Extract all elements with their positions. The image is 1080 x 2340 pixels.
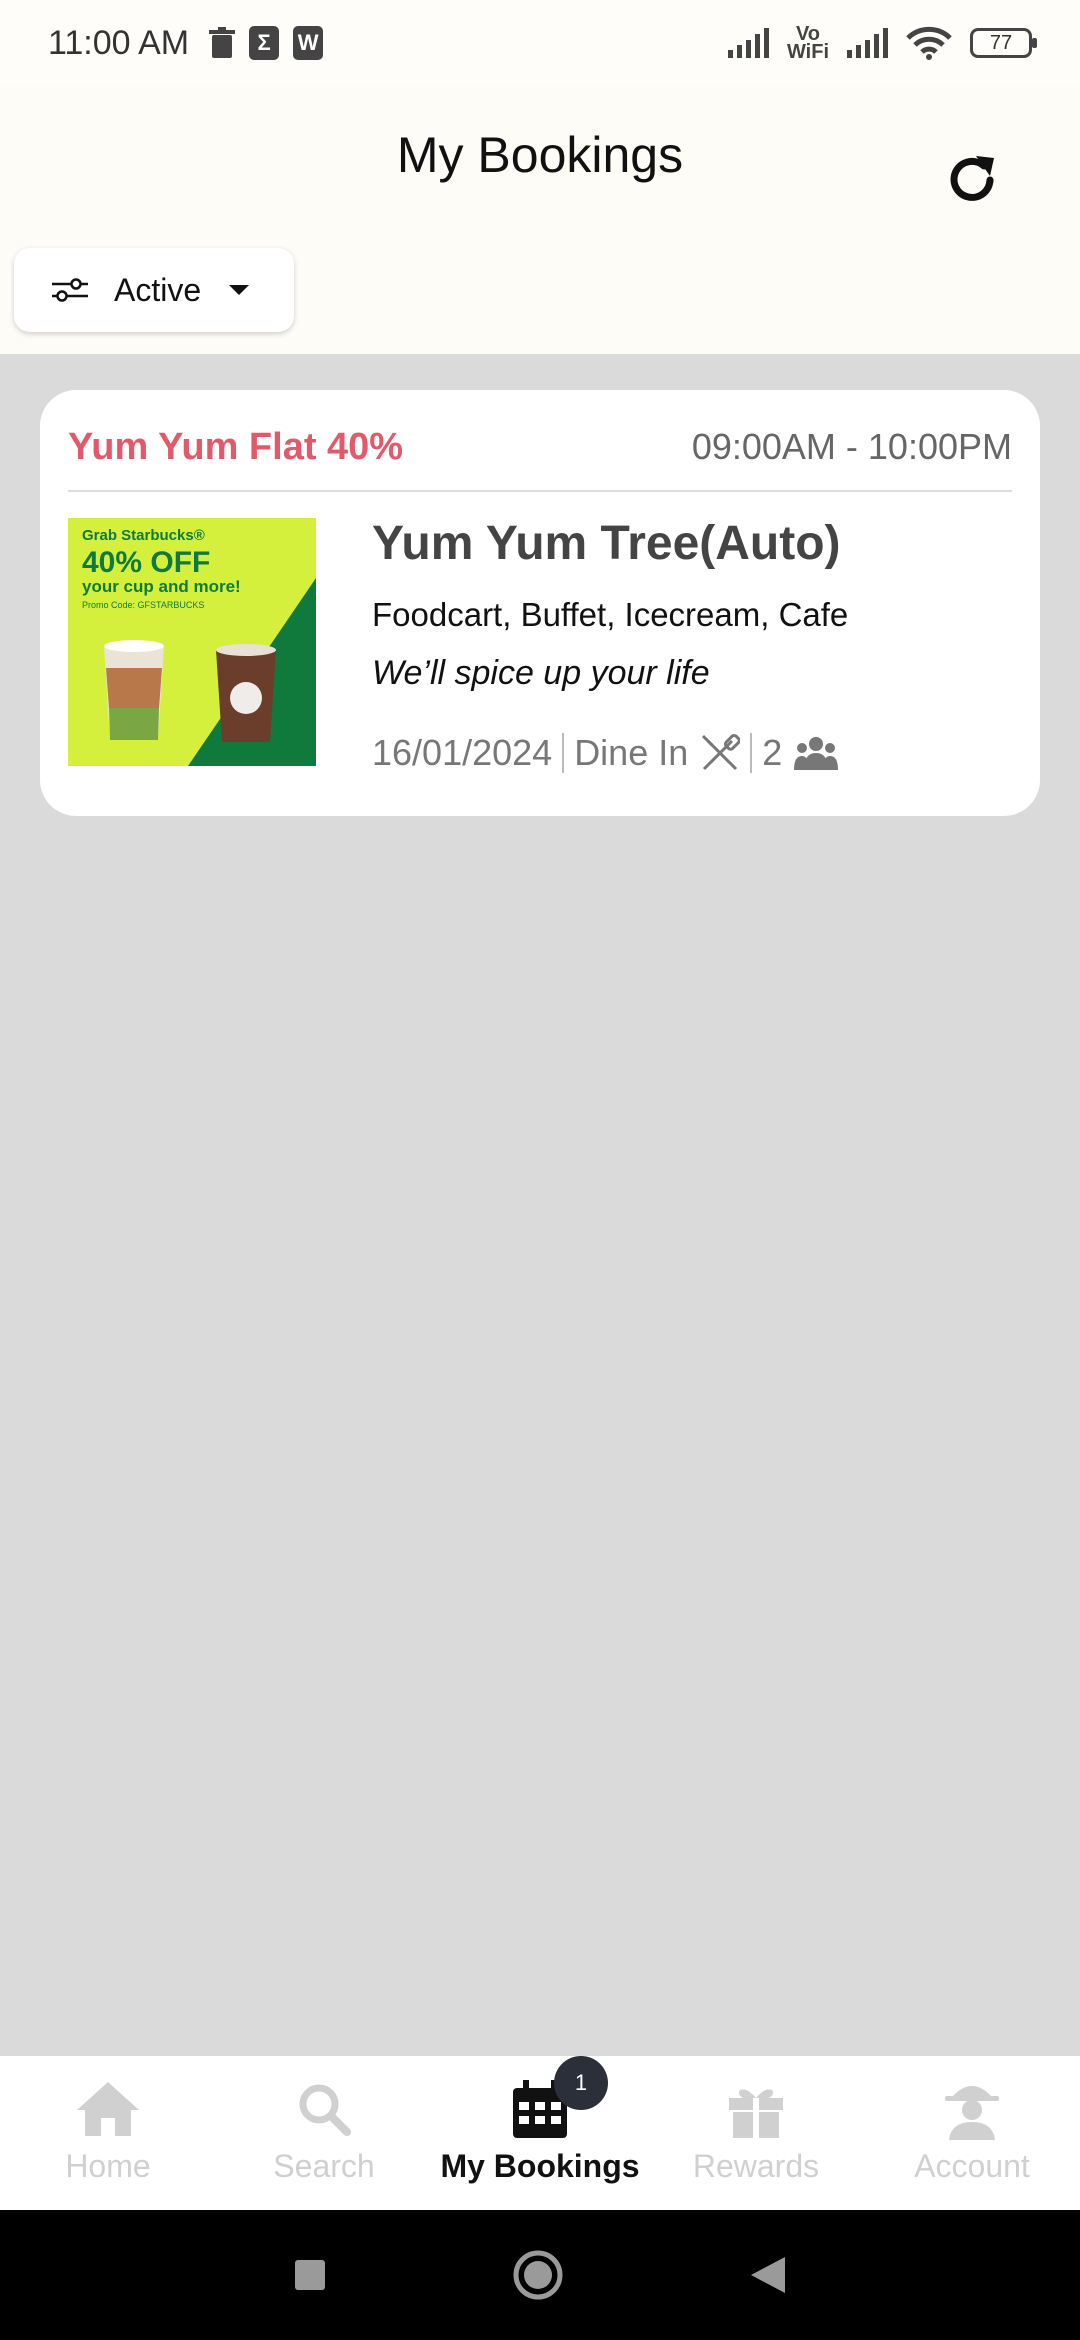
status-bar: 11:00 AM Σ W Vo WiFi 77	[0, 0, 1080, 86]
nav-label-search: Search	[273, 2148, 375, 2184]
promo-subline: your cup and more!	[82, 577, 241, 596]
bottom-nav: Home Search My Bookings 1 Rewards Accoun…	[0, 2056, 1080, 2210]
promo-brand: Grab Starbucks®	[82, 527, 205, 544]
signal-icon	[847, 28, 888, 58]
signal-icon	[727, 28, 769, 58]
filter-label: Active	[114, 271, 202, 308]
divider	[562, 733, 565, 773]
sigma-icon: Σ	[249, 26, 280, 60]
app-header: My Bookings Active	[0, 86, 1080, 354]
wps-icon: W	[293, 26, 324, 60]
nav-label-home: Home	[65, 2148, 151, 2184]
battery-icon: 77	[970, 28, 1037, 58]
booking-meta: 16/01/2024 Dine In 2	[372, 732, 839, 774]
booking-type: Dine In	[574, 732, 689, 773]
cuisines: Foodcart, Buffet, Icecream, Cafe	[372, 596, 849, 633]
booking-card[interactable]: Yum Yum Flat 40% 09:00AM - 10:00PM Grab …	[40, 390, 1040, 816]
system-nav-bar	[0, 2210, 1080, 2340]
promo-code: Promo Code: GFSTARBUCKS	[82, 600, 204, 610]
tagline: We’ll spice up your life	[372, 654, 710, 692]
status-time: 11:00 AM	[48, 23, 190, 62]
wifi-icon	[906, 26, 952, 60]
account-icon	[945, 2086, 999, 2140]
guest-count: 2	[762, 732, 783, 773]
sliders-icon	[52, 278, 88, 302]
restaurant-name: Yum Yum Tree(Auto)	[372, 517, 841, 570]
gift-icon	[729, 2089, 783, 2138]
offer-title: Yum Yum Flat 40%	[68, 426, 404, 468]
iced-drink-icon	[104, 640, 164, 740]
nav-item-account[interactable]: Account	[864, 2056, 1080, 2210]
home-icon	[77, 2082, 139, 2136]
nav-item-my-bookings[interactable]: My Bookings 1	[432, 2056, 648, 2210]
trash-icon	[209, 27, 236, 58]
chevron-down-icon	[229, 285, 250, 295]
divider	[750, 733, 753, 773]
divider	[68, 490, 1012, 492]
back-icon[interactable]	[749, 2255, 787, 2295]
vowifi-icon: Vo WiFi	[786, 23, 829, 63]
nav-label-account: Account	[914, 2148, 1030, 2184]
nav-label-my-bookings: My Bookings	[440, 2148, 640, 2184]
nav-item-rewards[interactable]: Rewards	[648, 2056, 864, 2210]
page-title: My Bookings	[396, 127, 684, 183]
notification-badge: 1	[554, 2056, 608, 2110]
chocolate-drink-icon	[216, 644, 276, 742]
utensils-icon	[702, 733, 741, 771]
time-range: 09:00AM - 10:00PM	[691, 426, 1012, 467]
promo-headline: 40% OFF	[82, 546, 210, 579]
booking-date: 16/01/2024	[372, 732, 553, 773]
users-icon	[794, 737, 839, 770]
search-icon	[299, 2084, 351, 2136]
home-circle-icon[interactable]	[512, 2249, 564, 2301]
promo-image[interactable]: Grab Starbucks® 40% OFF your cup and mor…	[68, 518, 316, 766]
nav-item-search[interactable]: Search	[216, 2056, 432, 2210]
nav-item-home[interactable]: Home	[0, 2056, 216, 2210]
nav-label-rewards: Rewards	[692, 2148, 820, 2184]
filter-dropdown[interactable]: Active	[14, 248, 294, 332]
recents-icon[interactable]	[293, 2258, 327, 2292]
refresh-icon[interactable]	[940, 148, 1004, 212]
